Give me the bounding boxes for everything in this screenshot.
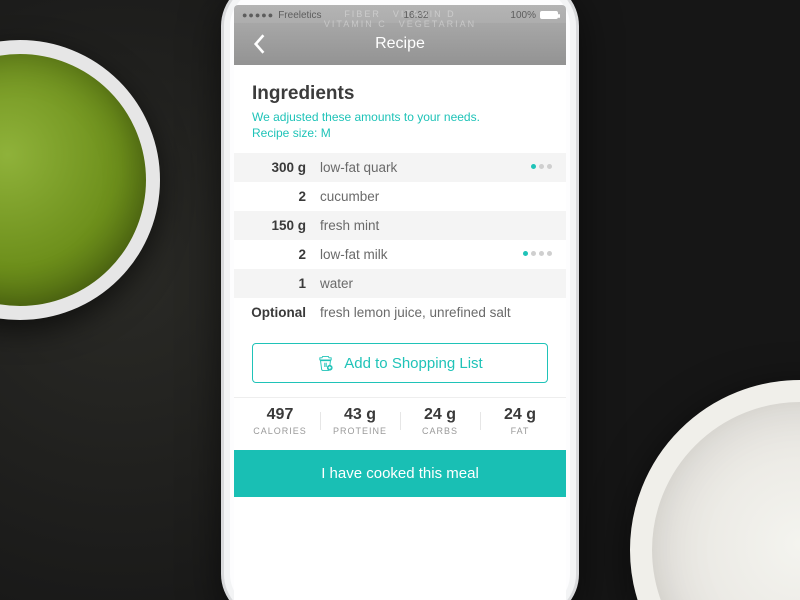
recipe-content[interactable]: Ingredients We adjusted these amounts to… [234,65,566,600]
indicator-dot [547,251,552,256]
ingredient-row[interactable]: 150 gfresh mint [234,211,566,240]
ingredient-name: low-fat milk [320,247,523,262]
ingredient-qty: 2 [234,189,320,204]
chevron-left-icon [252,33,266,55]
add-to-shopping-list-button[interactable]: Add to Shopping List [252,343,548,383]
nutrition-label: CALORIES [240,426,320,436]
ingredient-name: cucumber [320,189,552,204]
nav-title: Recipe [375,35,425,53]
nutrition-label: PROTEINE [320,426,400,436]
indicator-dot [539,164,544,169]
ingredient-row[interactable]: 2cucumber [234,182,566,211]
ingredient-row[interactable]: 1water [234,269,566,298]
nav-bar: FIBERVITAMIN D VITAMIN CVEGETARIAN Recip… [234,23,566,65]
indicator-dot [531,251,536,256]
nutrition-label: FAT [480,426,560,436]
ingredient-indicator [531,160,552,169]
nutrition-value: 497 [240,406,320,424]
ingredient-qty: 2 [234,247,320,262]
phone-frame: ●●●●● Freeletics 16:32 100% FIBERVITAMIN… [221,0,579,600]
add-to-shopping-list-label: Add to Shopping List [344,355,482,372]
ingredient-qty: 300 g [234,160,320,175]
phone-screen: ●●●●● Freeletics 16:32 100% FIBERVITAMIN… [234,5,566,600]
ingredients-heading: Ingredients [234,65,566,109]
back-button[interactable] [244,23,274,65]
nutrition-stat: 497 CALORIES [240,406,320,436]
nutrition-value: 24 g [480,406,560,424]
indicator-dot [547,164,552,169]
nutrition-stat: 24 g FAT [480,406,560,436]
cooked-meal-button[interactable]: I have cooked this meal [234,450,566,497]
ceramic-cup [630,380,800,600]
carrier-label: Freeletics [278,10,321,21]
ingredient-row[interactable]: 300 glow-fat quark [234,153,566,182]
nutrition-value: 24 g [400,406,480,424]
ingredients-note: We adjusted these amounts to your needs.… [234,109,566,141]
indicator-dot [523,251,528,256]
ingredients-list: 300 glow-fat quark2cucumber150 gfresh mi… [234,153,566,327]
ingredient-name: fresh lemon juice, unrefined salt [320,305,552,320]
nutrition-value: 43 g [320,406,400,424]
ingredient-name: fresh mint [320,218,552,233]
ingredient-row[interactable]: 2low-fat milk [234,240,566,269]
ingredient-indicator [523,247,552,256]
ingredient-qty: Optional [234,305,320,320]
battery-icon [540,11,558,19]
ingredient-qty: 1 [234,276,320,291]
battery-pct: 100% [510,10,536,21]
indicator-dot [531,164,536,169]
ingredient-row[interactable]: Optionalfresh lemon juice, unrefined sal… [234,298,566,327]
matcha-bowl [0,40,160,320]
nutrition-summary: 497CALORIES43 gPROTEINE24 gCARBS24 gFAT [234,397,566,450]
ingredient-name: water [320,276,552,291]
nutrition-stat: 43 g PROTEINE [320,406,400,436]
nutrition-stat: 24 g CARBS [400,406,480,436]
nutrition-label: CARBS [400,426,480,436]
status-bar: ●●●●● Freeletics 16:32 100% [234,5,566,23]
signal-dots-icon: ●●●●● [242,10,274,20]
ingredient-name: low-fat quark [320,160,531,175]
shopping-list-icon [317,355,334,372]
ingredient-qty: 150 g [234,218,320,233]
clock: 16:32 [403,10,428,21]
indicator-dot [539,251,544,256]
